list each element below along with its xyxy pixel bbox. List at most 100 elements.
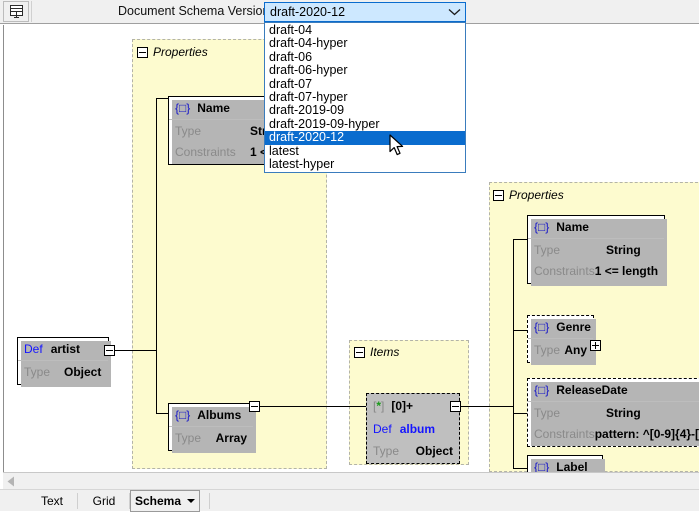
node-title: Def artist — [18, 338, 108, 360]
row-value: String — [606, 243, 641, 257]
tab-label: Text — [41, 494, 63, 508]
node-kind-label: Def — [24, 342, 43, 356]
connector-line — [513, 468, 527, 469]
document-schema-version-combobox[interactable]: draft-2020-12 — [264, 2, 466, 22]
dropdown-option-latest[interactable]: latest — [265, 145, 465, 158]
property-icon: {□} — [534, 460, 549, 472]
top-toolbar: Document Schema Version: draft-2020-12 — [0, 0, 699, 24]
any-star-icon: [*] — [373, 399, 384, 413]
row-key: Type — [534, 406, 606, 420]
tab-divider — [209, 493, 210, 509]
dropdown-option-draft-2019-09[interactable]: draft-2019-09 — [265, 104, 465, 117]
tab-schema[interactable]: Schema — [130, 490, 200, 512]
property-icon: {□} — [175, 101, 190, 115]
panel-label: Properties — [509, 188, 564, 202]
connector-line — [156, 98, 168, 99]
row-key: Type — [534, 243, 606, 257]
row-key: Constraints — [534, 427, 595, 441]
occurrence-label: [0]+ — [391, 399, 413, 413]
expander-artist[interactable] — [104, 345, 115, 356]
property-icon: {□} — [534, 320, 549, 334]
node-kind-label: Def — [373, 422, 392, 436]
expander-albums[interactable] — [249, 401, 260, 412]
tab-text[interactable]: Text — [26, 490, 78, 512]
chevron-down-icon[interactable] — [443, 8, 465, 16]
tab-label: Grid — [93, 494, 116, 508]
schema-document-icon-button[interactable] — [3, 1, 29, 22]
row-value: 1 <= length — [595, 264, 658, 278]
collapse-icon[interactable] — [493, 190, 504, 201]
connector-line — [254, 406, 379, 407]
connector-line — [156, 98, 157, 413]
collapse-icon[interactable] — [137, 47, 148, 58]
dropdown-option-latest-hyper[interactable]: latest-hyper — [265, 158, 465, 171]
panel-label: Items — [370, 345, 399, 359]
dropdown-option-draft-07-hyper[interactable]: draft-07-hyper — [265, 91, 465, 104]
dropdown-option-draft-06-hyper[interactable]: draft-06-hyper — [265, 64, 465, 77]
collapse-icon[interactable] — [354, 347, 365, 358]
node-title: {□} ReleaseDate — [528, 379, 699, 401]
node-title: {□} Albums — [169, 404, 253, 426]
dropdown-option-draft-2019-09-hyper[interactable]: draft-2019-09-hyper — [265, 118, 465, 131]
tab-grid[interactable]: Grid — [78, 490, 130, 512]
row-key: Type — [175, 431, 216, 445]
node-name: Albums — [197, 408, 241, 422]
row-value: pattern: ^[0-9]{4}-[0- — [595, 427, 699, 441]
dropdown-option-draft-04[interactable]: draft-04 — [265, 24, 465, 37]
node-name: Name — [197, 101, 230, 115]
row-value: Object — [416, 444, 453, 458]
property-icon: {□} — [534, 220, 549, 234]
node-row: Type String — [528, 239, 664, 260]
node-title: {□} Name — [528, 216, 664, 238]
dropdown-option-draft-06[interactable]: draft-06 — [265, 51, 465, 64]
node-title: {□} Label — [528, 456, 602, 472]
node-row: Type Any — [528, 339, 593, 360]
node-label[interactable]: {□} Label Type String — [527, 455, 603, 472]
schema-document-icon — [9, 4, 24, 19]
dropdown-option-draft-04-hyper[interactable]: draft-04-hyper — [265, 37, 465, 50]
node-row: Type Object — [18, 361, 108, 382]
connector-line — [156, 413, 168, 414]
scroll-left-arrow-icon[interactable] — [7, 476, 15, 490]
connector-line — [460, 406, 514, 407]
row-key: Constraints — [534, 264, 595, 278]
row-value: Any — [564, 343, 587, 357]
node-artist[interactable]: Def artist Type Object — [17, 337, 109, 385]
horizontal-scrollbar[interactable] — [3, 472, 699, 489]
node-name-right[interactable]: {□} Name Type String Constraints 1 <= le… — [527, 215, 665, 284]
panel-label: Properties — [153, 45, 208, 59]
document-schema-version-dropdown-list[interactable]: draft-04draft-04-hyperdraft-06draft-06-h… — [264, 22, 466, 173]
row-value: Object — [64, 365, 101, 379]
properties-panel-right-header: Properties — [493, 188, 564, 202]
row-value: String — [606, 406, 641, 420]
node-album[interactable]: [*] [0]+ Def album Type Object — [366, 393, 460, 464]
node-row: Type Array — [169, 427, 253, 448]
expander-album[interactable] — [450, 401, 461, 412]
row-key: Type — [373, 444, 416, 458]
node-occurrence-row: [*] [0]+ — [367, 394, 459, 418]
node-name: Genre — [556, 320, 591, 334]
connector-line — [513, 330, 527, 331]
row-key: Type — [175, 124, 250, 138]
chevron-down-icon[interactable] — [187, 499, 195, 503]
dropdown-option-draft-2020-12[interactable]: draft-2020-12 — [265, 131, 465, 144]
node-title: {□} Genre — [528, 316, 593, 338]
expander-genre[interactable] — [590, 340, 601, 351]
node-row: Type String — [528, 402, 699, 423]
node-name: Name — [556, 220, 589, 234]
tab-label: Schema — [135, 494, 181, 508]
node-row: Constraints pattern: ^[0-9]{4}-[0- — [528, 423, 699, 444]
view-mode-tabbar[interactable]: Text Grid Schema — [0, 489, 699, 511]
row-key: Type — [24, 365, 64, 379]
node-releasedate[interactable]: {□} ReleaseDate Type String Constraints … — [527, 378, 699, 447]
row-key: Constraints — [175, 145, 250, 159]
node-name: artist — [51, 342, 80, 356]
row-value: Array — [216, 431, 247, 445]
dropdown-option-draft-07[interactable]: draft-07 — [265, 78, 465, 91]
connector-line — [513, 413, 527, 414]
tabbar-end-divider — [200, 490, 210, 512]
node-albums[interactable]: {□} Albums Type Array — [168, 403, 254, 451]
properties-panel-left-header: Properties — [137, 45, 208, 59]
node-genre[interactable]: {□} Genre Type Any — [527, 315, 594, 363]
connector-line — [513, 239, 514, 469]
